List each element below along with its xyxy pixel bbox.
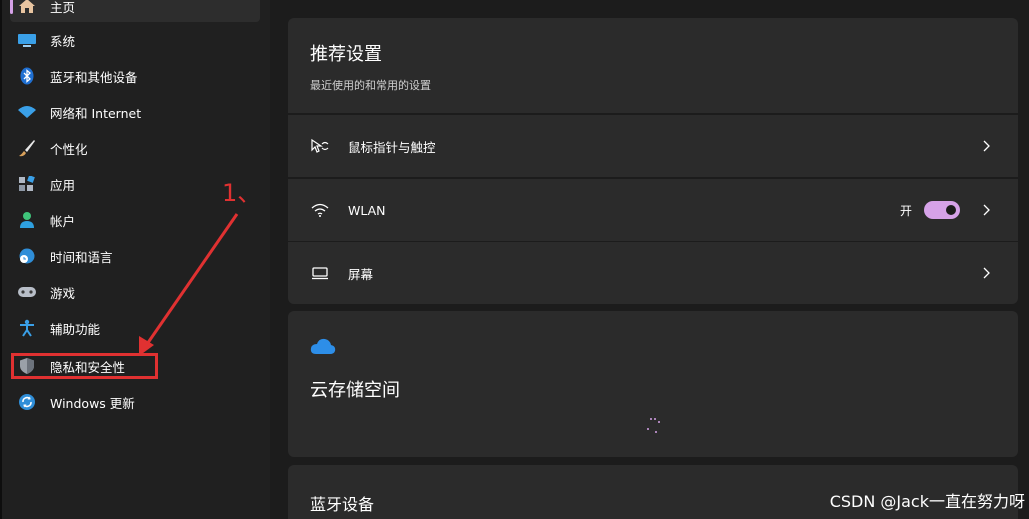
gamepad-icon <box>16 283 38 301</box>
setting-row-wlan[interactable]: WLAN 开 <box>288 179 1018 241</box>
update-icon <box>16 393 38 411</box>
wlan-toggle-switch[interactable] <box>924 201 960 219</box>
chevron-right-icon <box>983 204 990 216</box>
brush-icon <box>16 139 38 157</box>
cloud-storage-card[interactable]: 云存储空间 <box>288 311 1018 457</box>
recommended-settings-card: 推荐设置 最近使用的和常用的设置 <box>288 18 1018 113</box>
onedrive-cloud-icon <box>310 338 336 354</box>
sidebar-item-label: Windows 更新 <box>50 395 135 411</box>
sidebar-item-label: 辅助功能 <box>50 321 101 337</box>
chevron-right-icon <box>983 267 990 279</box>
sidebar-item-label: 蓝牙和其他设备 <box>50 69 138 85</box>
chevron-right-icon <box>983 140 990 152</box>
globe-clock-icon <box>16 247 38 265</box>
watermark: CSDN @Jack一直在努力呀 <box>829 492 1025 511</box>
cloud-storage-title: 云存储空间 <box>310 380 400 401</box>
setting-row-label: WLAN <box>348 202 386 218</box>
sidebar-item-label: 主页 <box>50 0 76 15</box>
bluetooth-icon <box>16 67 38 85</box>
recommended-settings-subtitle: 最近使用的和常用的设置 <box>310 79 431 92</box>
sidebar-item-label: 应用 <box>50 177 76 193</box>
apps-icon <box>16 175 38 193</box>
mouse-pointer-icon <box>310 137 330 155</box>
wifi-icon <box>310 201 330 219</box>
sidebar-item-label: 系统 <box>50 33 76 49</box>
loading-spinner-icon <box>647 418 660 433</box>
recommended-settings-title: 推荐设置 <box>310 44 382 65</box>
wlan-toggle-group: 开 <box>900 201 960 219</box>
sidebar-item-system[interactable]: 系统 <box>10 24 260 56</box>
sidebar-item-label: 时间和语言 <box>50 249 113 265</box>
display-icon <box>310 264 330 282</box>
toggle-knob <box>946 205 956 215</box>
sidebar-item-network[interactable]: 网络和 Internet <box>10 96 260 128</box>
system-icon <box>16 31 38 49</box>
setting-row-label: 屏幕 <box>348 266 374 282</box>
sidebar-item-gaming[interactable]: 游戏 <box>10 276 260 308</box>
setting-row-display[interactable]: 屏幕 <box>288 242 1018 304</box>
sidebar-item-label: 个性化 <box>50 141 88 157</box>
wlan-toggle-state-label: 开 <box>899 203 912 218</box>
sidebar-item-accounts[interactable]: 帐户 <box>10 204 260 236</box>
setting-row-mouse-touch[interactable]: 鼠标指针与触控 <box>288 115 1018 177</box>
sidebar-item-accessibility[interactable]: 辅助功能 <box>10 312 260 344</box>
annotation-highlight-box <box>11 353 158 379</box>
sidebar-item-label: 游戏 <box>50 285 76 301</box>
bluetooth-devices-title: 蓝牙设备 <box>310 495 375 514</box>
sidebar-item-personalization[interactable]: 个性化 <box>10 132 260 164</box>
sidebar-item-label: 网络和 Internet <box>50 105 142 121</box>
annotation-step-label: 1、 <box>222 179 262 207</box>
sidebar-item-windows-update[interactable]: Windows 更新 <box>10 386 260 418</box>
accessibility-icon <box>16 319 38 337</box>
sidebar-item-bluetooth[interactable]: 蓝牙和其他设备 <box>10 60 260 92</box>
wifi-icon <box>16 103 38 121</box>
sidebar-item-home[interactable]: 主页 <box>10 0 260 22</box>
sidebar-item-time-language[interactable]: 时间和语言 <box>10 240 260 272</box>
setting-row-label: 鼠标指针与触控 <box>348 139 436 155</box>
home-icon <box>16 0 38 15</box>
account-icon <box>16 211 38 229</box>
main-content: 推荐设置 最近使用的和常用的设置 鼠标指针与触控 WLAN 开 屏幕 云存储空间… <box>270 0 1029 519</box>
sidebar: 主页 系统 蓝牙和其他设备 网络和 Internet 个性化 应用 帐户 时间和… <box>0 0 270 519</box>
sidebar-item-label: 帐户 <box>50 213 76 229</box>
